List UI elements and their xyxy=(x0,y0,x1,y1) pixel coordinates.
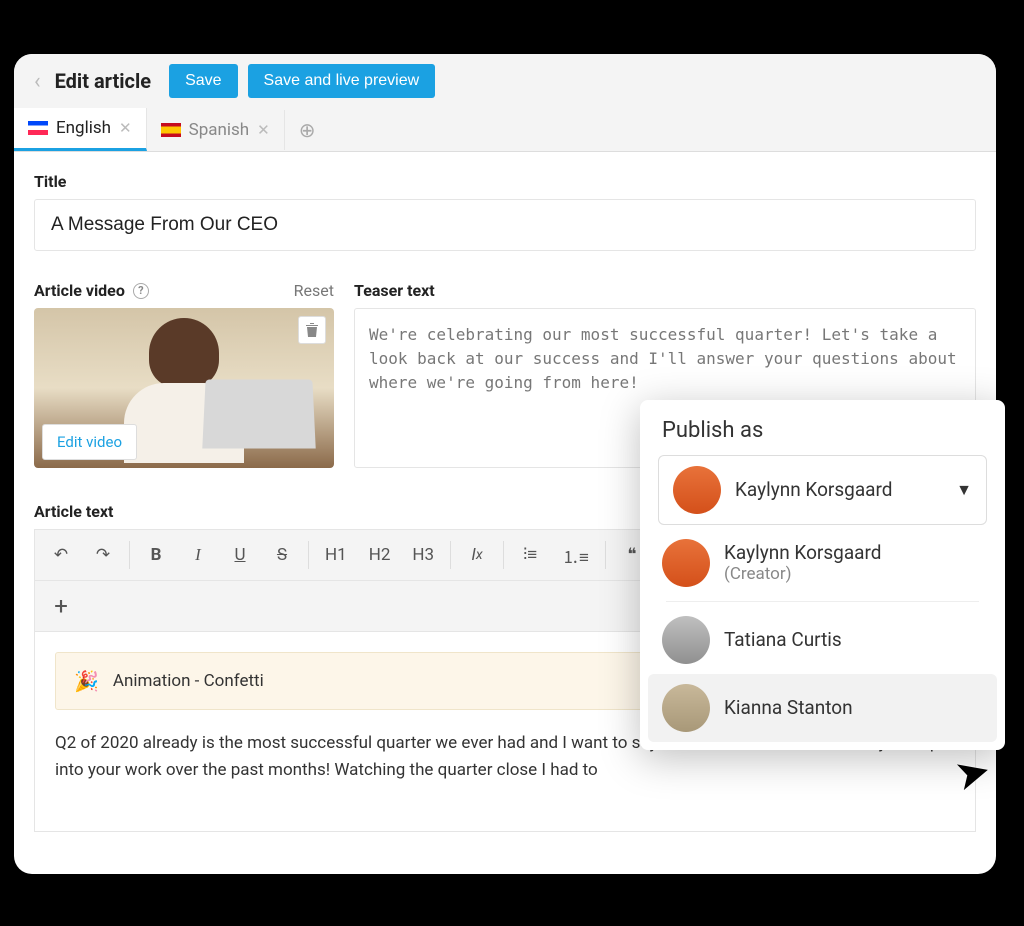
close-icon[interactable]: ✕ xyxy=(257,121,270,139)
h3-button[interactable]: H3 xyxy=(406,538,440,572)
avatar xyxy=(662,684,710,732)
selected-name: Kaylynn Korsgaard xyxy=(735,479,892,502)
publish-as-popup: Publish as Kaylynn Korsgaard ▼ Kaylynn K… xyxy=(640,400,1005,750)
h2-button[interactable]: H2 xyxy=(363,538,397,572)
language-tabs: English ✕ Spanish ✕ ⊕ xyxy=(14,108,996,152)
option-name: Kaylynn Korsgaard xyxy=(724,542,881,565)
trash-icon xyxy=(305,322,319,338)
page-title: Edit article xyxy=(55,69,151,93)
back-icon[interactable]: ‹ xyxy=(30,69,45,94)
publish-option[interactable]: Kianna Stanton xyxy=(648,674,997,742)
edit-video-button[interactable]: Edit video xyxy=(42,424,137,460)
tab-label: Spanish xyxy=(189,120,250,140)
publish-options-list: Kaylynn Korsgaard (Creator) Tatiana Curt… xyxy=(640,529,1005,742)
title-input[interactable] xyxy=(34,199,976,251)
chevron-down-icon: ▼ xyxy=(956,480,972,500)
reset-link[interactable]: Reset xyxy=(294,281,334,300)
bold-button[interactable]: B xyxy=(140,538,172,572)
tab-spanish[interactable]: Spanish ✕ xyxy=(147,110,285,150)
save-preview-button[interactable]: Save and live preview xyxy=(248,64,436,98)
add-tab-button[interactable]: ⊕ xyxy=(285,110,330,150)
redo-button[interactable]: ↷ xyxy=(87,538,119,572)
undo-button[interactable]: ↶ xyxy=(45,538,77,572)
flag-en-icon xyxy=(28,121,48,135)
clear-format-button[interactable]: Ix xyxy=(461,538,493,572)
italic-button[interactable]: I xyxy=(182,538,214,572)
publish-as-dropdown[interactable]: Kaylynn Korsgaard ▼ xyxy=(658,455,987,525)
flag-es-icon xyxy=(161,123,181,137)
number-list-button[interactable]: ⒈≡ xyxy=(556,538,595,572)
teaser-label: Teaser text xyxy=(354,281,976,300)
delete-video-button[interactable] xyxy=(298,316,326,344)
tab-english[interactable]: English ✕ xyxy=(14,108,147,151)
header-bar: ‹ Edit article Save Save and live previe… xyxy=(14,54,996,108)
animation-label: Animation - Confetti xyxy=(113,671,264,691)
avatar xyxy=(662,616,710,664)
bullet-list-button[interactable]: ⫶≡ xyxy=(514,538,546,572)
publish-option[interactable]: Kaylynn Korsgaard (Creator) xyxy=(648,529,997,597)
underline-button[interactable]: U xyxy=(224,538,256,572)
publish-as-heading: Publish as xyxy=(640,400,1005,455)
avatar xyxy=(673,466,721,514)
article-video-section: Article video ? Reset Edit video xyxy=(34,281,334,472)
article-video-label: Article video xyxy=(34,281,125,300)
title-label: Title xyxy=(34,172,976,191)
help-icon[interactable]: ? xyxy=(133,283,149,299)
option-name: Kianna Stanton xyxy=(724,697,853,720)
tab-label: English xyxy=(56,118,111,138)
strikethrough-button[interactable]: S xyxy=(266,538,298,572)
confetti-icon: 🎉 xyxy=(74,669,99,693)
h1-button[interactable]: H1 xyxy=(319,538,353,572)
save-button[interactable]: Save xyxy=(169,64,237,98)
video-thumbnail: Edit video xyxy=(34,308,334,468)
avatar xyxy=(662,539,710,587)
add-block-button[interactable]: + xyxy=(45,589,77,623)
publish-option[interactable]: Tatiana Curtis xyxy=(648,606,997,674)
option-role: (Creator) xyxy=(724,564,881,584)
option-name: Tatiana Curtis xyxy=(724,629,842,652)
close-icon[interactable]: ✕ xyxy=(119,119,132,137)
